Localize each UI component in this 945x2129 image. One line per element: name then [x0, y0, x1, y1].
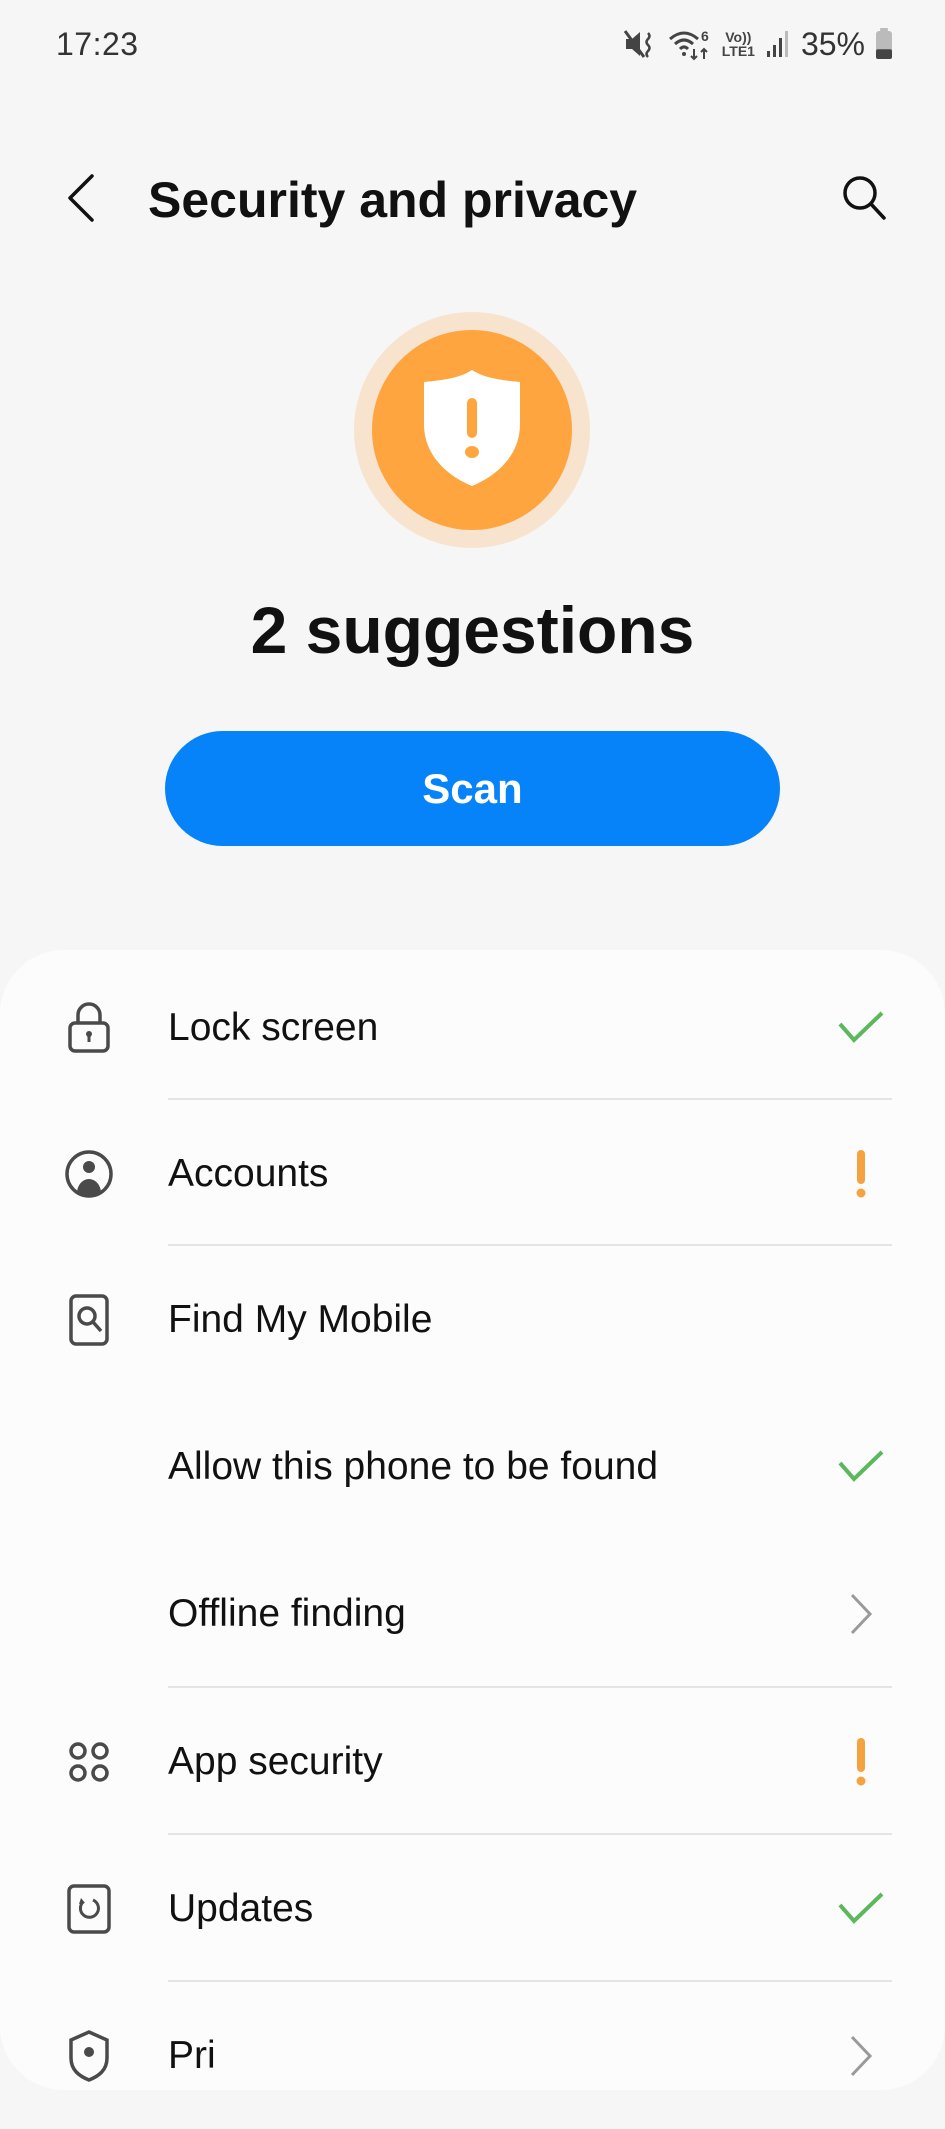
list-item-label: Pri [168, 2033, 216, 2077]
status-circle [372, 330, 572, 530]
mute-vibrate-icon [623, 29, 658, 59]
signal-icon [765, 29, 791, 59]
battery-percent: 35% [800, 25, 865, 62]
back-button[interactable] [56, 170, 106, 230]
list-item-find-my-mobile[interactable]: Find My Mobile [0, 1246, 945, 1393]
shield-warning-icon [422, 368, 522, 493]
warning-icon [833, 1146, 889, 1202]
suggestion-count: 2 suggestions [250, 593, 695, 667]
list-item-label: Offline finding [168, 1591, 406, 1635]
privacy-shield-icon [62, 2029, 116, 2083]
list-item-accounts[interactable]: Accounts [0, 1100, 945, 1247]
list-item-label: Allow this phone to be found [168, 1444, 659, 1488]
volte-lte1-icon: Vo)) LTE1 [722, 30, 755, 58]
status-icons: 6 Vo)) LTE1 35% [623, 24, 893, 64]
wifi-6-icon: 6 [668, 27, 712, 61]
list-item-offline-finding[interactable]: Offline finding [0, 1540, 945, 1687]
security-list: Lock screen Accounts Find My Mobile Allo… [0, 950, 945, 2090]
chevron-right-icon [833, 2028, 889, 2084]
list-item-allow-found[interactable]: Allow this phone to be found [0, 1393, 945, 1540]
volte-label: Vo)) [725, 29, 752, 45]
scan-button[interactable]: Scan [165, 731, 780, 846]
battery-icon [875, 28, 893, 60]
chevron-left-icon [66, 173, 96, 228]
lock-icon [62, 1001, 116, 1055]
list-item-app-security[interactable]: App security [0, 1688, 945, 1835]
chevron-right-icon [833, 1586, 889, 1642]
list-item-label: Lock screen [168, 1005, 379, 1049]
status-ring [354, 312, 590, 548]
find-my-mobile-icon [62, 1293, 116, 1347]
search-button[interactable] [835, 170, 895, 230]
list-item-label: App security [168, 1739, 383, 1783]
update-icon [62, 1882, 116, 1936]
lte-label: LTE1 [721, 43, 755, 59]
app-bar: Security and privacy [0, 150, 945, 250]
status-bar: 17:23 6 Vo)) LTE1 35% [0, 0, 945, 90]
check-icon [833, 1439, 889, 1495]
list-item-label: Accounts [168, 1151, 329, 1195]
check-icon [833, 1000, 889, 1056]
check-icon [833, 1881, 889, 1937]
app-grid-icon [62, 1735, 116, 1789]
list-item-label: Updates [168, 1886, 314, 1930]
wifi-badge: 6 [701, 28, 709, 44]
list-item-updates[interactable]: Updates [0, 1835, 945, 1982]
page-title: Security and privacy [148, 172, 638, 228]
list-item-label: Find My Mobile [168, 1297, 433, 1341]
list-item-lock-screen[interactable]: Lock screen [0, 954, 945, 1101]
list-item-privacy[interactable]: Pri [0, 1982, 945, 2129]
search-icon [840, 173, 890, 228]
account-circle-icon [62, 1147, 116, 1201]
warning-icon [833, 1734, 889, 1790]
status-time: 17:23 [56, 26, 139, 62]
